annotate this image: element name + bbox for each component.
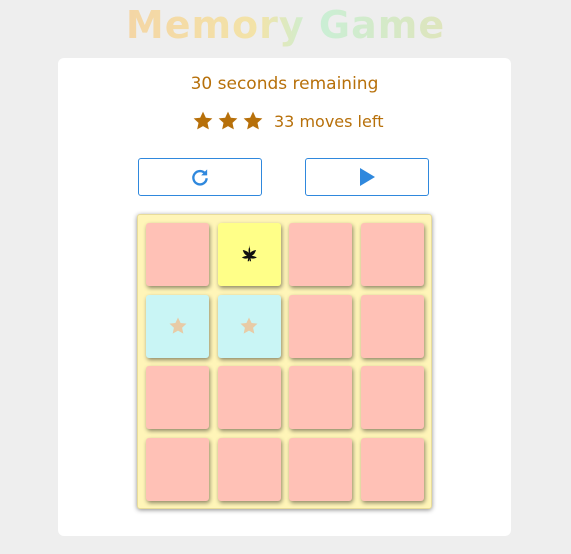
moves-left-text: 33 moves left (274, 111, 384, 131)
card-board (137, 214, 432, 509)
card-r1-c2[interactable] (217, 223, 281, 286)
card-r2-c2[interactable] (217, 294, 281, 358)
restart-button[interactable] (138, 158, 262, 196)
card-r1-c1[interactable] (146, 223, 209, 286)
card-r4-c1[interactable] (146, 437, 209, 501)
card-r2-c1[interactable] (146, 294, 209, 358)
card-r4-c4[interactable] (360, 437, 424, 501)
card-r2-c4[interactable] (360, 294, 424, 358)
play-icon (360, 168, 375, 186)
game-panel: 30 seconds remaining 33 moves left (58, 58, 511, 536)
card-r1-c4[interactable] (360, 223, 424, 286)
star-icon (218, 111, 238, 130)
star-rating: 33 moves left (192, 109, 383, 133)
star-icon (239, 316, 259, 336)
card-r3-c4[interactable] (360, 366, 424, 429)
game-title: Memory Game (0, 0, 571, 50)
star-icon (168, 316, 188, 336)
card-r3-c3[interactable] (289, 366, 352, 429)
card-r3-c2[interactable] (217, 366, 281, 429)
restart-icon (192, 169, 208, 186)
star-icon (193, 111, 213, 130)
card-r3-c1[interactable] (146, 366, 209, 429)
card-r4-c2[interactable] (217, 437, 281, 501)
star-icon (243, 111, 263, 130)
card-r1-c3[interactable] (289, 223, 352, 286)
card-r2-c3[interactable] (289, 294, 352, 358)
leaf-icon (238, 244, 260, 266)
timer-text: 30 seconds remaining (190, 74, 379, 94)
card-r4-c3[interactable] (289, 437, 352, 501)
play-button[interactable] (305, 158, 429, 196)
